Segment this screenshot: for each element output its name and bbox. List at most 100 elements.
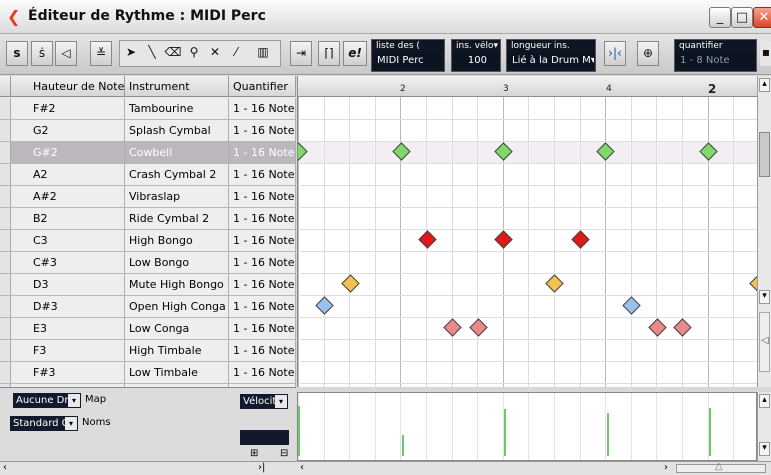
- header-pitch[interactable]: Hauteur de Note: [11, 76, 125, 97]
- scroll-thumb[interactable]: [759, 132, 770, 177]
- instrument-cell[interactable]: High Timbale: [125, 340, 229, 361]
- scroll-down-icon[interactable]: ▾: [759, 442, 770, 456]
- vertical-scrollbar[interactable]: ▴ ▾ ◁: [757, 76, 771, 387]
- table-row[interactable]: C3 High Bongo 1 - 16 Note: [0, 230, 296, 252]
- table-row[interactable]: F3 High Timbale 1 - 16 Note: [0, 340, 296, 362]
- drum-note[interactable]: [494, 230, 513, 249]
- toolbar-overflow[interactable]: ▪: [760, 41, 771, 66]
- step-input-button[interactable]: e!: [343, 41, 367, 66]
- table-row[interactable]: A2 Crash Cymbal 21 - 16 Note: [0, 164, 296, 186]
- instrument-cell[interactable]: Mute High Bongo: [125, 274, 229, 295]
- drum-note[interactable]: [571, 230, 590, 249]
- quantize-cell[interactable]: 1 - 16 Note: [229, 142, 296, 163]
- drum-note[interactable]: [315, 296, 334, 315]
- line-tool-button[interactable]: ⁄: [226, 41, 246, 66]
- velocity-bar[interactable]: [504, 409, 506, 456]
- quantize-cell[interactable]: 1 - 16 Note: [229, 362, 296, 383]
- velocity-bar[interactable]: [402, 435, 404, 456]
- table-row[interactable]: D#3 Open High Conga 1 - 16 Note: [0, 296, 296, 318]
- row-gutter[interactable]: [0, 318, 11, 339]
- insert-velocity-field[interactable]: 100: [453, 52, 499, 69]
- table-row[interactable]: G2 Splash Cymbal 1 - 16 Note: [0, 120, 296, 142]
- row-gutter[interactable]: [0, 362, 11, 383]
- scroll-left-icon[interactable]: ‹: [3, 462, 7, 473]
- instrument-cell[interactable]: Crash Cymbal 2: [125, 164, 229, 185]
- table-row[interactable]: F#3 Low Timbale 1 - 16 Note: [0, 362, 296, 384]
- drum-grid[interactable]: 2 3 4 2: [297, 76, 757, 387]
- maximize-button[interactable]: □: [731, 7, 753, 28]
- drum-note[interactable]: [622, 296, 641, 315]
- table-row[interactable]: D3 Mute High Bongo 1 - 16 Note: [0, 274, 296, 296]
- drum-note[interactable]: [545, 274, 564, 293]
- drum-note[interactable]: [418, 230, 437, 249]
- row-gutter[interactable]: [0, 186, 11, 207]
- quantize-cell[interactable]: 1 - 16 Note: [229, 186, 296, 207]
- zoom-slider[interactable]: ◁: [759, 312, 770, 372]
- mute-tool-button[interactable]: ✕: [205, 41, 225, 66]
- quantize-cell[interactable]: 1 - 16 Note: [229, 340, 296, 361]
- instrument-cell[interactable]: Vibraslap: [125, 186, 229, 207]
- drum-note[interactable]: [749, 274, 757, 293]
- quantize-button[interactable]: ⊕: [637, 41, 659, 66]
- instrument-cell[interactable]: High Bongo: [125, 230, 229, 251]
- quantize-cell[interactable]: 1 - 16 Note: [229, 230, 296, 251]
- drum-map-select[interactable]: Aucune Dru ▾: [13, 393, 81, 408]
- row-gutter[interactable]: [0, 340, 11, 361]
- quantize-cell[interactable]: 1 - 16 Note: [229, 120, 296, 141]
- drum-note[interactable]: [443, 318, 462, 337]
- row-gutter[interactable]: [0, 98, 11, 119]
- drum-note[interactable]: [673, 318, 692, 337]
- horizontal-zoom-slider[interactable]: △: [676, 461, 766, 473]
- listen-button[interactable]: ◁: [55, 41, 77, 66]
- table-row[interactable]: G#2 Cowbell 1 - 16 Note: [0, 142, 296, 164]
- quantize-select[interactable]: 1 - 8 Note: [676, 52, 755, 69]
- grid-scroll-right-icon[interactable]: ›: [664, 462, 668, 473]
- names-select[interactable]: Standard G ▾: [10, 416, 78, 431]
- grid-tool-button[interactable]: ▥: [248, 41, 278, 66]
- instrument-cell[interactable]: Splash Cymbal: [125, 120, 229, 141]
- quantize-cell[interactable]: 1 - 16 Note: [229, 274, 296, 295]
- snap-button[interactable]: ›|‹: [604, 41, 626, 66]
- row-gutter[interactable]: [0, 252, 11, 273]
- header-instrument[interactable]: Instrument: [125, 76, 229, 97]
- horizontal-scrollbar[interactable]: ‹ ›| ‹ › △: [0, 461, 771, 475]
- instrument-cell[interactable]: Low Bongo: [125, 252, 229, 273]
- instrument-cell[interactable]: Low Timbale: [125, 362, 229, 383]
- velocity-lane[interactable]: [297, 392, 757, 461]
- velocity-bar[interactable]: [607, 413, 609, 456]
- row-gutter[interactable]: [0, 274, 11, 295]
- row-gutter[interactable]: [0, 120, 11, 141]
- insert-length-select[interactable]: Lié à la Drum M▾: [508, 52, 594, 69]
- locator-button[interactable]: ⌈⌉: [318, 41, 340, 66]
- instrument-cell[interactable]: Open High Conga: [125, 296, 229, 317]
- remove-lane-button[interactable]: ⊟: [280, 448, 288, 459]
- filter-button[interactable]: ≚: [90, 41, 112, 66]
- zoom-tool-button[interactable]: ⚲: [184, 41, 204, 66]
- instrument-cell[interactable]: Low Conga: [125, 318, 229, 339]
- solo-button[interactable]: s: [6, 41, 28, 66]
- row-gutter[interactable]: [0, 230, 11, 251]
- quantize-cell[interactable]: 1 - 16 Note: [229, 296, 296, 317]
- controller-select[interactable]: Vélocit ▾: [240, 394, 288, 409]
- row-gutter[interactable]: [0, 208, 11, 229]
- solo-editor-button[interactable]: ṡ: [31, 41, 53, 66]
- table-row[interactable]: B2 Ride Cymbal 21 - 16 Note: [0, 208, 296, 230]
- autoscroll-button[interactable]: ⇥: [290, 41, 312, 66]
- table-row[interactable]: A#2 Vibraslap 1 - 16 Note: [0, 186, 296, 208]
- velocity-bar[interactable]: [298, 406, 300, 456]
- add-lane-button[interactable]: ⊞: [250, 448, 258, 459]
- quantize-cell[interactable]: 1 - 16 Note: [229, 318, 296, 339]
- quantize-cell[interactable]: 1 - 16 Note: [229, 252, 296, 273]
- instrument-cell[interactable]: Tambourine: [125, 98, 229, 119]
- table-row[interactable]: F#2 Tambourine 1 - 16 Note: [0, 98, 296, 120]
- row-gutter[interactable]: [0, 142, 11, 163]
- quantize-cell[interactable]: 1 - 16 Note: [229, 164, 296, 185]
- drum-note[interactable]: [648, 318, 667, 337]
- minimize-button[interactable]: _: [709, 7, 731, 28]
- drum-note[interactable]: [469, 318, 488, 337]
- scroll-up-icon[interactable]: ▴: [759, 394, 770, 408]
- list-scroll-right-icon[interactable]: ›|: [258, 462, 265, 473]
- velocity-bar[interactable]: [709, 408, 711, 456]
- scroll-down-icon[interactable]: ▾: [759, 290, 770, 304]
- drum-note[interactable]: [341, 274, 360, 293]
